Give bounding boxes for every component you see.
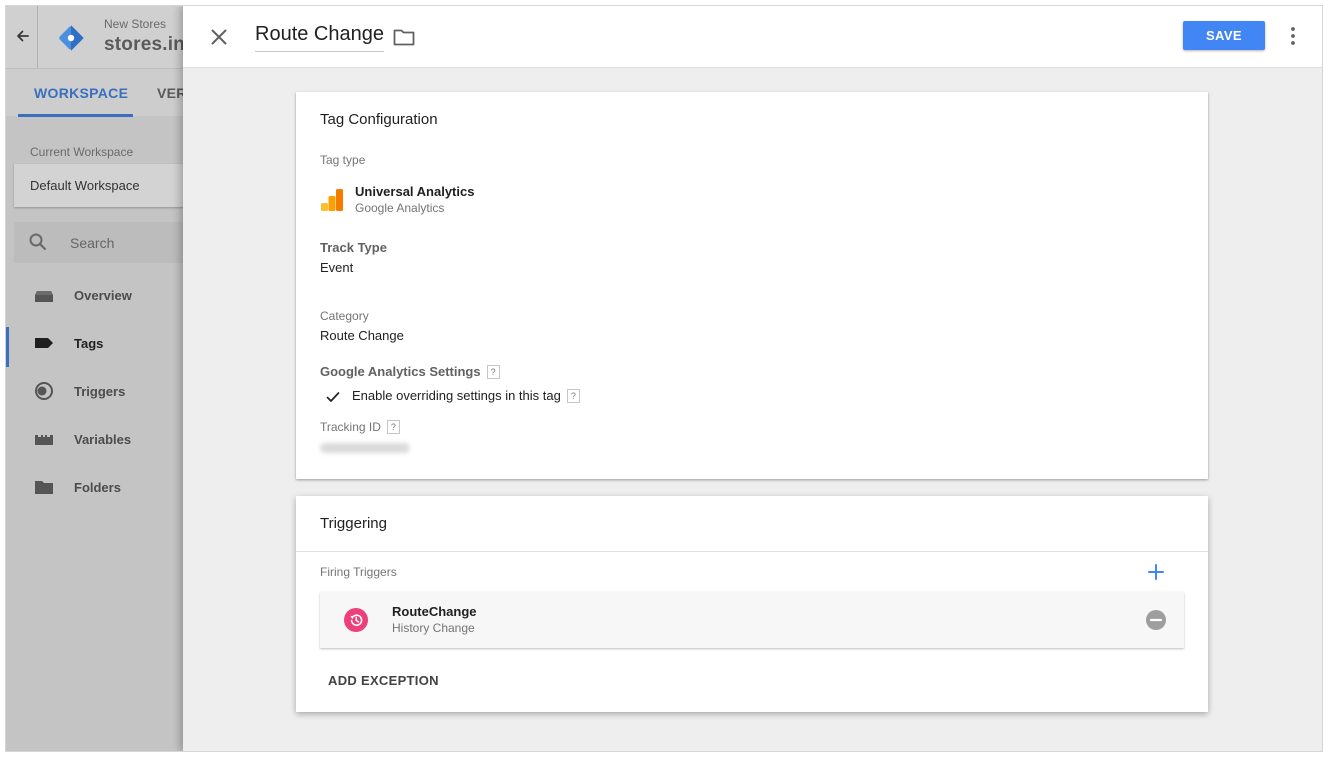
- override-help-icon[interactable]: ?: [566, 389, 580, 403]
- tag-editor-panel: Route Change SAVE Tag Configuration Tag …: [183, 6, 1322, 751]
- header-divider: [37, 6, 38, 68]
- sidebar-nav: Overview Tags Triggers Variables Folders: [6, 271, 183, 511]
- sidebar-item-tags[interactable]: Tags: [6, 319, 183, 367]
- app-window: New Stores stores.in WORKSPACE VER Curre…: [6, 6, 1322, 751]
- search-input[interactable]: Search: [70, 235, 114, 251]
- sidebar-item-overview[interactable]: Overview: [6, 271, 183, 319]
- ga-settings-row: Google Analytics Settings?: [320, 364, 500, 379]
- tracking-id-value-redacted: [320, 443, 410, 453]
- folder-icon: [34, 477, 54, 497]
- tab-workspace[interactable]: WORKSPACE: [34, 85, 128, 101]
- workspace-name: Default Workspace: [30, 178, 140, 193]
- category-label: Category: [320, 309, 369, 323]
- close-icon[interactable]: [207, 25, 231, 49]
- workspace-sidebar: New Stores stores.in WORKSPACE VER Curre…: [6, 6, 183, 751]
- add-exception-button[interactable]: ADD EXCEPTION: [320, 665, 447, 696]
- sidebar-item-label: Overview: [74, 288, 132, 303]
- overview-icon: [34, 285, 54, 305]
- current-workspace-label: Current Workspace: [30, 145, 134, 159]
- trigger-row[interactable]: RouteChange History Change: [320, 592, 1184, 648]
- category-value: Route Change: [320, 328, 404, 343]
- back-arrow-icon[interactable]: [12, 24, 34, 48]
- trigger-icon: [34, 381, 54, 401]
- override-settings-label: Enable overriding settings in this tag?: [352, 388, 580, 403]
- ga-settings-label: Google Analytics Settings: [320, 364, 481, 379]
- triggering-card: Triggering Firing Triggers RouteChange H…: [296, 496, 1208, 712]
- sidebar-item-label: Triggers: [74, 384, 126, 399]
- more-vert-icon[interactable]: [1281, 24, 1305, 48]
- tag-icon: [34, 333, 54, 353]
- container-name[interactable]: stores.in: [104, 34, 183, 56]
- editor-header: Route Change SAVE: [183, 6, 1322, 68]
- account-name: New Stores: [104, 17, 167, 31]
- trigger-name: RouteChange: [392, 604, 477, 619]
- firing-triggers-label: Firing Triggers: [320, 565, 397, 579]
- tracking-id-row: Tracking ID?: [320, 420, 400, 434]
- remove-trigger-icon[interactable]: [1146, 610, 1166, 630]
- track-type-label: Track Type: [320, 240, 387, 255]
- tag-type-label: Tag type: [320, 153, 366, 167]
- tag-manager-logo-icon: [56, 23, 86, 53]
- tag-configuration-card[interactable]: Tag Configuration Tag type Universal Ana…: [296, 92, 1208, 479]
- sidebar-search[interactable]: Search: [14, 222, 183, 263]
- trigger-type: History Change: [392, 621, 475, 635]
- tag-type-vendor: Google Analytics: [355, 201, 445, 215]
- sidebar-item-triggers[interactable]: Triggers: [6, 367, 183, 415]
- tab-versions[interactable]: VER: [157, 85, 183, 101]
- variables-icon: [34, 429, 54, 449]
- checkmark-icon: [326, 390, 340, 402]
- workspace-selector[interactable]: Default Workspace: [14, 164, 183, 207]
- search-icon: [28, 232, 48, 252]
- save-button[interactable]: SAVE: [1183, 21, 1265, 50]
- card-divider: [296, 551, 1208, 552]
- track-type-value: Event: [320, 260, 354, 275]
- google-analytics-icon: [320, 188, 344, 212]
- tag-type-name: Universal Analytics: [355, 184, 475, 199]
- tag-name-field[interactable]: Route Change: [255, 23, 384, 52]
- sidebar-item-folders[interactable]: Folders: [6, 463, 183, 511]
- history-icon: [344, 608, 368, 632]
- active-tab-indicator: [18, 114, 133, 117]
- sidebar-item-variables[interactable]: Variables: [6, 415, 183, 463]
- tracking-id-label: Tracking ID: [320, 420, 381, 434]
- sidebar-item-label: Tags: [74, 336, 104, 351]
- sidebar-item-label: Variables: [74, 432, 132, 447]
- add-trigger-plus-icon[interactable]: [1147, 563, 1165, 581]
- card-title: Triggering: [320, 515, 387, 532]
- tracking-id-help-icon[interactable]: ?: [386, 420, 400, 434]
- ga-settings-help-icon[interactable]: ?: [486, 365, 500, 379]
- sidebar-tabs: WORKSPACE VER: [6, 68, 183, 117]
- sidebar-item-label: Folders: [74, 480, 121, 495]
- card-title: Tag Configuration: [320, 111, 438, 128]
- folder-outline-icon[interactable]: [392, 26, 416, 48]
- override-label-text: Enable overriding settings in this tag: [352, 388, 561, 403]
- sidebar-header: New Stores stores.in: [6, 6, 183, 68]
